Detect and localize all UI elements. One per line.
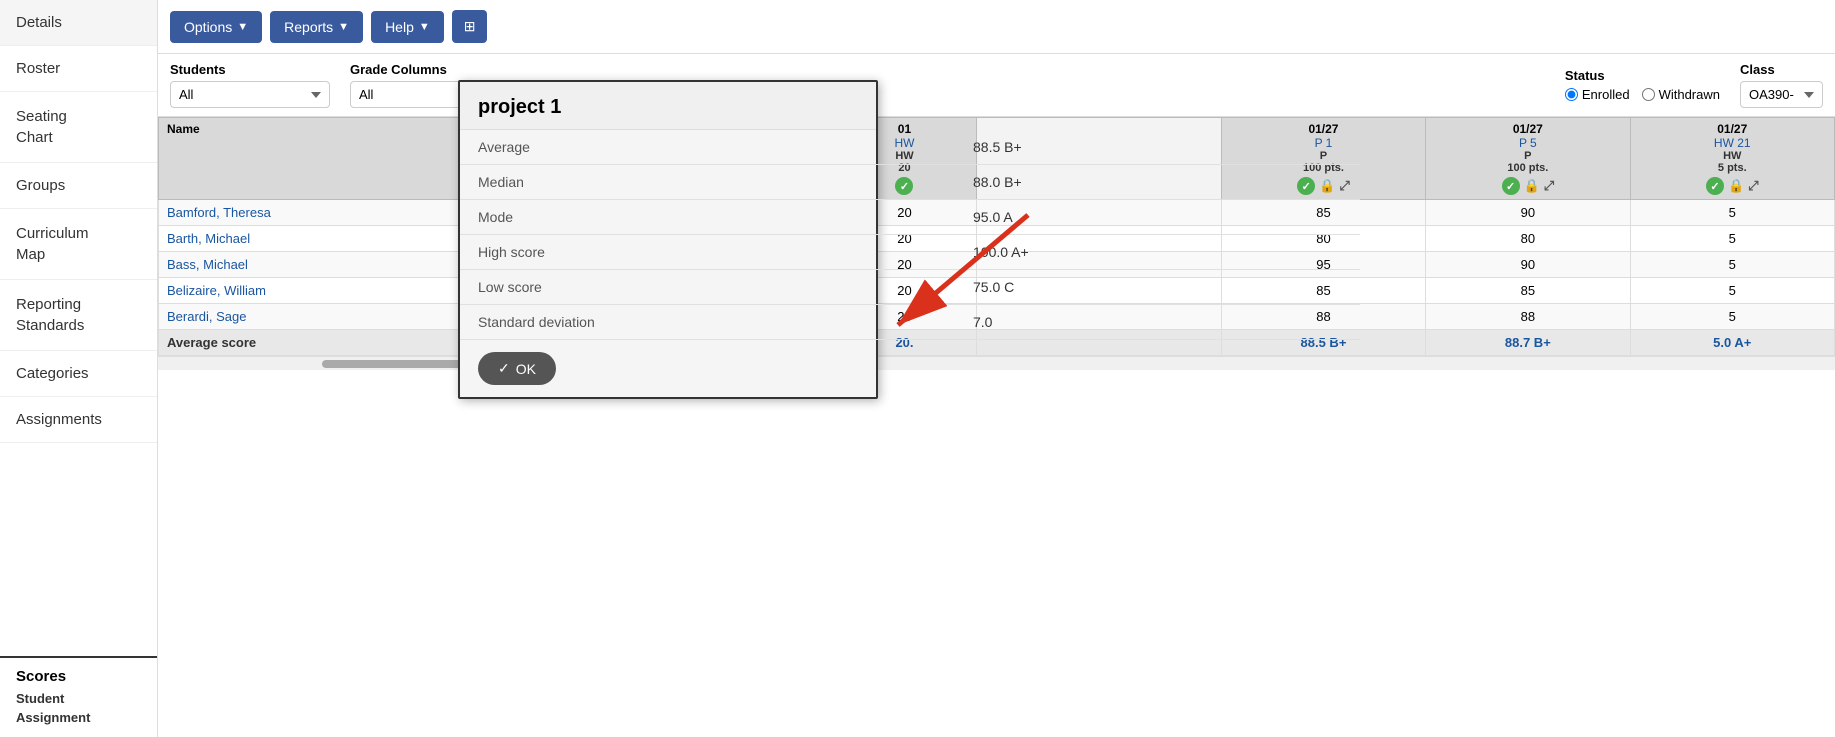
class-select[interactable]: OA390-: [1740, 81, 1823, 108]
status-options: Enrolled Withdrawn: [1565, 87, 1720, 102]
students-filter-group: Students All: [170, 62, 330, 108]
stat-value: 100.0 A+: [955, 235, 1360, 270]
stat-label: Standard deviation: [460, 305, 955, 340]
sidebar-item-reporting-standards[interactable]: ReportingStandards: [0, 280, 157, 351]
reports-dropdown-arrow: ▼: [338, 21, 349, 33]
expand-icon-hw21[interactable]: ⤢: [1748, 178, 1758, 194]
sidebar-item-categories[interactable]: Categories: [0, 351, 157, 397]
col-header-hw21: 01/27 HW 21 HW 5 pts. ✓ 🔒 ⤢: [1630, 118, 1834, 200]
cell-hw21: 5: [1630, 304, 1834, 330]
enrolled-radio-input[interactable]: [1565, 88, 1578, 101]
sidebar-item-assignments[interactable]: Assignments: [0, 397, 157, 443]
col-header-p5: 01/27 P 5 P 100 pts. ✓ 🔒 ⤢: [1426, 118, 1630, 200]
filter-row: Students All Grade Columns All Status En…: [158, 54, 1835, 117]
main-content: Options ▼ Reports ▼ Help ▼ ⊞ Students Al…: [158, 0, 1835, 737]
cell-hw21: 5: [1630, 226, 1834, 252]
class-filter-group: Class OA390-: [1740, 62, 1823, 108]
ok-button[interactable]: ✓ OK: [478, 352, 556, 385]
sidebar-item-seating-chart[interactable]: SeatingChart: [0, 92, 157, 163]
enrolled-radio[interactable]: Enrolled: [1565, 87, 1630, 102]
students-filter-label: Students: [170, 62, 330, 77]
cell-p5: 90: [1426, 200, 1630, 226]
col-pts-p5: 100 pts.: [1432, 162, 1623, 174]
sidebar-item-roster[interactable]: Roster: [0, 46, 157, 92]
students-select[interactable]: All: [170, 81, 330, 108]
col-date-hw21: 01/27: [1637, 122, 1828, 136]
cell-p5: 88: [1426, 304, 1630, 330]
col-pts-hw21: 5 pts.: [1637, 162, 1828, 174]
avg-hw21: 5.0 A+: [1630, 330, 1834, 356]
stats-modal: project 1 Average88.5 B+Median88.0 B+Mod…: [458, 80, 878, 399]
col-type-p5: P: [1432, 150, 1623, 162]
modal-stat-row: Median88.0 B+: [460, 165, 1360, 200]
scores-section: Scores Student Assignment: [0, 656, 157, 737]
stat-value: 88.5 B+: [955, 130, 1360, 165]
sidebar-item-assignment[interactable]: Assignment: [16, 708, 141, 727]
toolbar: Options ▼ Reports ▼ Help ▼ ⊞: [158, 0, 1835, 54]
sidebar-item-groups[interactable]: Groups: [0, 163, 157, 209]
modal-stats-table: Average88.5 B+Median88.0 B+Mode95.0 AHig…: [460, 130, 1360, 340]
modal-stat-row: High score100.0 A+: [460, 235, 1360, 270]
col-icons-hw21: ✓ 🔒 ⤢: [1637, 177, 1828, 195]
class-label: Class: [1740, 62, 1823, 77]
col-date-p5: 01/27: [1432, 122, 1623, 136]
scores-title: Scores: [16, 668, 141, 685]
grid-icon: ⊞: [464, 18, 476, 34]
col-type-hw21: HW: [1637, 150, 1828, 162]
reports-button[interactable]: Reports ▼: [270, 11, 363, 43]
sidebar-item-details[interactable]: Details: [0, 0, 157, 46]
sidebar-item-curriculum-map[interactable]: CurriculumMap: [0, 209, 157, 280]
help-dropdown-arrow: ▼: [419, 21, 430, 33]
help-button[interactable]: Help ▼: [371, 11, 444, 43]
expand-icon-p5[interactable]: ⤢: [1544, 178, 1554, 194]
modal-footer: ✓ OK: [460, 340, 876, 397]
scroll-indicator: [158, 356, 1835, 370]
stat-label: High score: [460, 235, 955, 270]
stat-label: Average: [460, 130, 955, 165]
modal-stat-row: Standard deviation7.0: [460, 305, 1360, 340]
options-button[interactable]: Options ▼: [170, 11, 262, 43]
lock-icon-p5: 🔒: [1524, 178, 1540, 194]
modal-stat-row: Low score75.0 C: [460, 270, 1360, 305]
check-icon-hw21: ✓: [1706, 177, 1724, 195]
stat-label: Mode: [460, 200, 955, 235]
options-dropdown-arrow: ▼: [237, 21, 248, 33]
cell-hw21: 5: [1630, 278, 1834, 304]
stat-value: 88.0 B+: [955, 165, 1360, 200]
col-link-p5[interactable]: P 5: [1519, 136, 1537, 150]
cell-hw21: 5: [1630, 252, 1834, 278]
modal-title: project 1: [460, 82, 876, 130]
withdrawn-radio-input[interactable]: [1642, 88, 1655, 101]
modal-stat-row: Average88.5 B+: [460, 130, 1360, 165]
status-group: Status Enrolled Withdrawn: [1565, 68, 1720, 102]
modal-stat-row: Mode95.0 A: [460, 200, 1360, 235]
withdrawn-radio[interactable]: Withdrawn: [1642, 87, 1720, 102]
cell-p5: 85: [1426, 278, 1630, 304]
check-icon-p5: ✓: [1502, 177, 1520, 195]
stat-label: Median: [460, 165, 955, 200]
ok-check-icon: ✓: [498, 360, 510, 377]
cell-hw21: 5: [1630, 200, 1834, 226]
col-link-hw21[interactable]: HW 21: [1714, 136, 1751, 150]
sidebar-item-student[interactable]: Student: [16, 689, 141, 708]
sidebar: Details Roster SeatingChart Groups Curri…: [0, 0, 158, 737]
cell-p5: 80: [1426, 226, 1630, 252]
col-icons-p5: ✓ 🔒 ⤢: [1432, 177, 1623, 195]
avg-p5: 88.7 B+: [1426, 330, 1630, 356]
cell-p5: 90: [1426, 252, 1630, 278]
grade-columns-filter-label: Grade Columns: [350, 62, 510, 77]
status-label: Status: [1565, 68, 1720, 83]
stat-label: Low score: [460, 270, 955, 305]
stat-value: 95.0 A: [955, 200, 1360, 235]
grid-view-button[interactable]: ⊞: [452, 10, 488, 43]
stat-value: 7.0: [955, 305, 1360, 340]
stat-value: 75.0 C: [955, 270, 1360, 305]
lock-icon-hw21: 🔒: [1728, 178, 1744, 194]
